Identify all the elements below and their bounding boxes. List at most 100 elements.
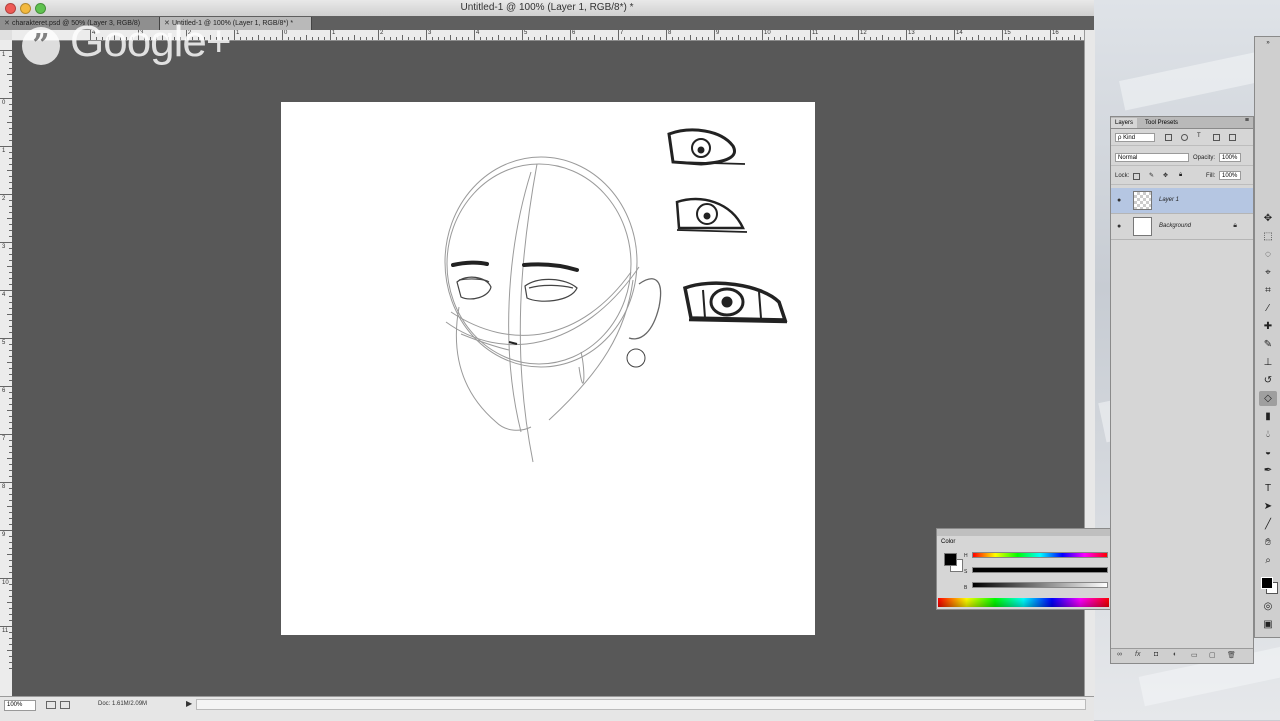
horizontal-scrollbar[interactable] [196, 699, 1086, 710]
filter-smart-object-icon[interactable] [1229, 134, 1236, 141]
ruler-number: 8 [668, 30, 672, 36]
filter-type-icon[interactable]: T [1197, 133, 1201, 139]
line-tool-icon[interactable]: ╱ [1259, 517, 1277, 532]
google-plus-quote-icon: ” [22, 27, 60, 65]
ruler-tick [408, 37, 409, 40]
panel-collapse-icon[interactable]: » [1259, 39, 1277, 47]
ruler-number: 0 [2, 100, 6, 106]
pen-tool-icon[interactable]: ✒ [1259, 463, 1277, 478]
layer-row-background[interactable]: ● Background 🔒︎ [1111, 214, 1253, 240]
layer-row-layer-1[interactable]: ● Layer 1 [1111, 188, 1253, 214]
foreground-swatch-tool[interactable] [1261, 577, 1273, 589]
eyedropper-tool-icon[interactable]: ⁄ [1259, 301, 1277, 316]
quick-select-tool-icon[interactable]: ⌖ [1259, 265, 1277, 280]
ruler-tick [912, 37, 913, 40]
ruler-tick [1026, 35, 1027, 40]
ruler-tick [990, 37, 991, 40]
panel-menu-icon[interactable]: ≡ [1245, 117, 1249, 124]
ruler-number: 3 [428, 30, 432, 36]
ruler-tick [786, 35, 787, 40]
ruler-tick [282, 30, 283, 40]
move-tool-icon[interactable]: ✥ [1259, 211, 1277, 226]
type-tool-icon[interactable]: T [1259, 481, 1277, 496]
ruler-tick [696, 37, 697, 40]
screen-mode-icon[interactable]: ▣ [1259, 617, 1277, 632]
mask-icon[interactable]: ◘ [1154, 651, 1158, 658]
tab-tool-presets[interactable]: Tool Presets [1141, 118, 1182, 128]
ruler-tick [972, 37, 973, 40]
filter-row: ρ Kind T [1111, 129, 1253, 146]
hand-tool-icon[interactable]: ✋︎ [1259, 535, 1277, 550]
eraser-tool-icon[interactable]: ◇ [1259, 391, 1277, 406]
ruler-tick [240, 37, 241, 40]
fx-icon[interactable]: fx [1135, 651, 1140, 658]
color-panel-header[interactable] [937, 529, 1110, 536]
layers-panel-tabs: Layers Tool Presets ≡ [1111, 117, 1253, 129]
lasso-tool-icon[interactable]: ◌ [1259, 247, 1277, 262]
filter-adjustment-icon[interactable] [1181, 134, 1188, 141]
layer-thumbnail [1133, 217, 1152, 236]
filter-shape-icon[interactable] [1213, 134, 1220, 141]
close-tab-icon[interactable]: ✕ [4, 17, 12, 30]
ruler-tick [0, 242, 12, 243]
brush-tool-icon[interactable]: ✎ [1259, 337, 1277, 352]
ruler-tick [270, 37, 271, 40]
ruler-tick [276, 37, 277, 40]
brush-cursor [626, 348, 646, 368]
visibility-eye-icon[interactable]: ● [1117, 197, 1121, 204]
foreground-color-swatch[interactable] [944, 553, 957, 566]
filter-pixel-icon[interactable] [1165, 134, 1172, 141]
layer-name[interactable]: Layer 1 [1159, 197, 1179, 203]
opacity-input[interactable]: 100% [1219, 153, 1241, 162]
layer-name[interactable]: Background [1159, 223, 1191, 229]
lock-all-icon[interactable]: 🔒︎ [1179, 172, 1182, 179]
status-menu-arrow-icon[interactable]: ▶ [186, 699, 192, 708]
hue-slider[interactable] [972, 552, 1108, 558]
ruler-tick [732, 37, 733, 40]
zoom-field[interactable]: 100% [4, 700, 36, 711]
trash-icon[interactable]: 🗑︎ [1227, 651, 1236, 659]
healing-brush-tool-icon[interactable]: ✚ [1259, 319, 1277, 334]
dodge-tool-icon[interactable]: ◒ [1259, 445, 1277, 460]
ruler-tick [804, 37, 805, 40]
visibility-eye-icon[interactable]: ● [1117, 223, 1121, 230]
status-icon-1[interactable] [46, 701, 56, 709]
lock-transparent-icon[interactable] [1133, 173, 1140, 180]
tab-layers[interactable]: Layers [1111, 118, 1138, 128]
crop-tool-icon[interactable]: ⌗ [1259, 283, 1277, 298]
blur-tool-icon[interactable]: 💧︎ [1259, 427, 1277, 442]
ruler-tick [498, 35, 499, 40]
ruler-tick [636, 37, 637, 40]
doc-size: Doc: 1.61M/2.09M [98, 701, 148, 707]
adjustment-icon[interactable]: ◐ [1173, 651, 1177, 658]
clone-stamp-tool-icon[interactable]: ⊥ [1259, 355, 1277, 370]
kind-filter-select[interactable]: ρ Kind [1115, 133, 1155, 142]
gradient-tool-icon[interactable]: ▮ [1259, 409, 1277, 424]
blend-mode-select[interactable]: Normal [1115, 153, 1189, 162]
zoom-tool-icon[interactable]: ⌕ [1259, 553, 1277, 568]
marquee-tool-icon[interactable]: ⬚ [1259, 229, 1277, 244]
fill-input[interactable]: 100% [1219, 171, 1241, 180]
lock-move-icon[interactable]: ✥ [1163, 172, 1168, 179]
brightness-slider[interactable] [972, 582, 1108, 588]
tab-color[interactable]: Color [937, 537, 960, 547]
ruler-tick [0, 146, 12, 147]
ruler-tick [888, 37, 889, 40]
status-icon-2[interactable] [60, 701, 70, 709]
new-layer-icon[interactable]: ▢ [1209, 651, 1216, 659]
saturation-slider[interactable] [972, 567, 1108, 573]
color-spectrum-ramp[interactable] [938, 598, 1109, 607]
canvas[interactable] [281, 102, 815, 635]
path-select-tool-icon[interactable]: ➤ [1259, 499, 1277, 514]
history-brush-tool-icon[interactable]: ↺ [1259, 373, 1277, 388]
ruler-tick [978, 35, 979, 40]
ruler-tick [402, 35, 403, 40]
quick-mask-icon[interactable]: ◎ [1259, 599, 1277, 614]
group-icon[interactable]: ▭ [1191, 651, 1198, 659]
link-icon[interactable]: ∞ [1117, 651, 1122, 658]
ruler-tick [444, 37, 445, 40]
lock-brush-icon[interactable]: ✎ [1149, 172, 1154, 179]
ruler-tick [588, 37, 589, 40]
tools-panel: » ✥ ⬚ ◌ ⌖ ⌗ ⁄ ✚ ✎ ⊥ ↺ ◇ ▮ 💧︎ ◒ ✒ T ➤ ╱ ✋… [1254, 36, 1280, 638]
ruler-tick [996, 37, 997, 40]
